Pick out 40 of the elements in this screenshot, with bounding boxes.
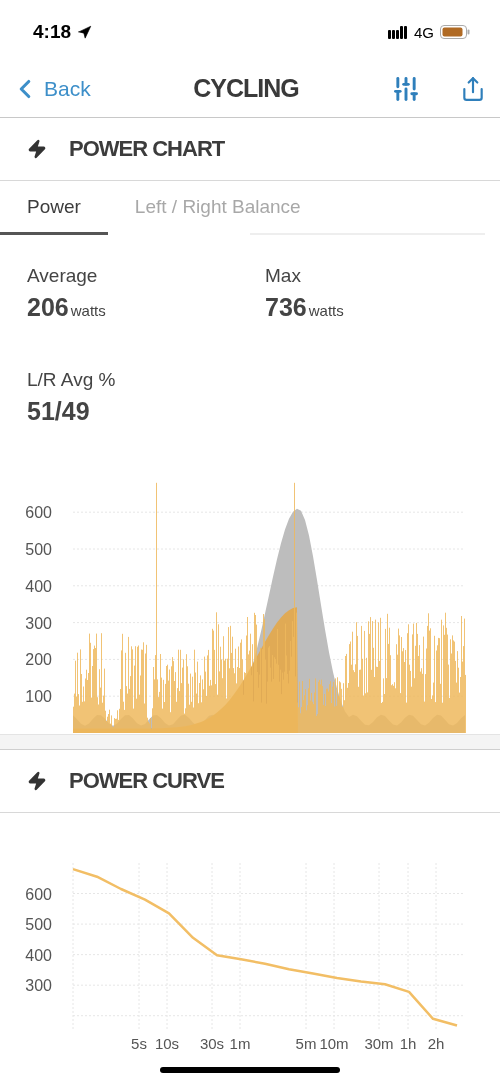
axis-label: 10m xyxy=(319,1035,349,1052)
axis-label: 1m xyxy=(229,1035,251,1052)
page-title: CYCLING xyxy=(192,74,300,103)
axis-label: 5m xyxy=(295,1035,317,1052)
network-label: 4G xyxy=(414,23,434,41)
axis-label: 400 xyxy=(25,946,52,964)
stat-label: Max xyxy=(265,265,302,287)
axis-label: 2h xyxy=(427,1035,445,1052)
bolt-icon xyxy=(27,139,47,159)
settings-icon[interactable] xyxy=(392,74,420,103)
stat-label: Average xyxy=(27,265,99,287)
back-button[interactable]: Back xyxy=(10,73,140,104)
axis-label: 1h xyxy=(399,1035,417,1052)
battery-icon xyxy=(440,25,470,39)
axis-label: 30s xyxy=(199,1035,225,1052)
section-title: POWER CHART xyxy=(69,136,225,162)
tab[interactable]: Left / Right Balance xyxy=(107,181,328,235)
stat-label: L/R Avg % xyxy=(27,369,117,391)
axis-label: 500 xyxy=(25,541,52,558)
stat-value: 736watts xyxy=(265,293,345,322)
axis-label: 300 xyxy=(25,614,52,632)
signal-icon xyxy=(388,25,408,39)
tab[interactable]: Power xyxy=(0,181,108,235)
section-title: POWER CURVE xyxy=(69,768,224,794)
axis-label: 600 xyxy=(25,504,52,522)
axis-label: 600 xyxy=(25,885,52,903)
share-icon[interactable] xyxy=(460,75,486,102)
status-time: 4:18 xyxy=(33,21,72,43)
stat-value: 206watts xyxy=(27,293,107,322)
axis-label: 5s xyxy=(131,1035,147,1052)
axis-label: 500 xyxy=(25,916,52,934)
location-icon xyxy=(77,24,93,40)
axis-label: 200 xyxy=(25,651,52,669)
stat-value: 51/49 xyxy=(27,397,91,426)
axis-label: 100 xyxy=(25,688,52,706)
axis-label: 300 xyxy=(25,977,52,995)
bolt-icon xyxy=(27,771,47,791)
axis-label: 30m xyxy=(364,1035,394,1052)
axis-label: 400 xyxy=(25,577,52,595)
axis-label: 10s xyxy=(154,1035,180,1052)
